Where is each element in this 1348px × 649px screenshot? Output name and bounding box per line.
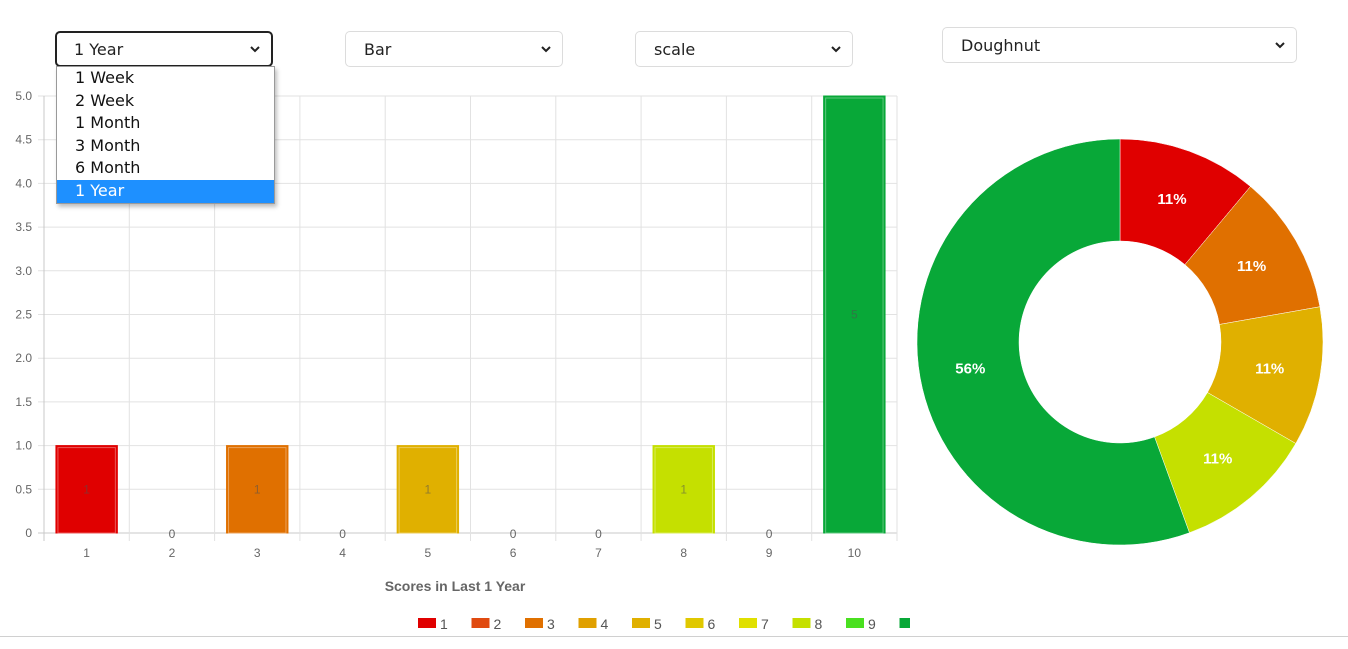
legend-swatch	[418, 618, 436, 628]
legend-item-10[interactable]: 10	[899, 616, 911, 632]
legend-swatch	[632, 618, 650, 628]
y-tick-label: 1.0	[15, 439, 32, 453]
legend-item-2[interactable]: 2	[471, 616, 502, 632]
x-tick-label: 9	[766, 546, 773, 560]
chevron-down-icon	[1275, 42, 1285, 49]
y-tick-label: 0	[25, 526, 32, 540]
x-tick-label: 7	[595, 546, 602, 560]
bar-data-label: 1	[254, 482, 261, 496]
legend-swatch	[846, 618, 864, 628]
y-tick-label: 1.5	[15, 395, 32, 409]
page-divider	[0, 636, 1348, 637]
legend-item-5[interactable]: 5	[632, 616, 662, 632]
doughnut-slice-label: 11%	[1203, 450, 1232, 467]
legend-swatch	[899, 618, 910, 628]
legend-label: 4	[601, 616, 609, 632]
x-tick-label: 1	[83, 546, 90, 560]
legend-label: 3	[547, 616, 555, 632]
legend-label: 8	[815, 616, 823, 632]
y-tick-label: 3.0	[15, 264, 32, 278]
legend-swatch	[578, 618, 597, 628]
legend-item-8[interactable]: 8	[792, 616, 823, 632]
legend-item-9[interactable]: 9	[846, 616, 876, 632]
bar-data-label: 5	[851, 308, 858, 322]
x-axis-title: Scores in Last 1 Year	[385, 578, 526, 594]
legend-item-4[interactable]: 4	[578, 616, 609, 632]
bar-data-label: 0	[339, 527, 346, 541]
legend-item-1[interactable]: 1	[418, 616, 448, 632]
second-chart-select-value: Doughnut	[961, 35, 1041, 55]
y-tick-label: 2.5	[15, 308, 32, 322]
y-tick-label: 3.5	[15, 220, 32, 234]
bar-data-label: 0	[510, 527, 517, 541]
x-tick-label: 3	[254, 546, 261, 560]
doughnut-chart: 11% 11% 11% 11% 56%	[916, 138, 1324, 546]
x-tick-label: 5	[425, 546, 432, 560]
bar-data-label: 0	[169, 527, 176, 541]
legend-label: 5	[654, 616, 662, 632]
bar-data-label: 0	[595, 527, 602, 541]
legend-item-3[interactable]: 3	[525, 616, 555, 632]
bar-data-label: 1	[425, 482, 432, 496]
legend-label: 1	[440, 616, 448, 632]
legend-label: 2	[494, 616, 502, 632]
legend-label: 6	[708, 616, 716, 632]
x-tick-label: 6	[510, 546, 517, 560]
period-option[interactable]: 1 Week	[57, 67, 274, 90]
x-tick-label: 4	[339, 546, 346, 560]
legend-label: 7	[761, 616, 769, 632]
second-chart-select[interactable]: Doughnut	[942, 27, 1297, 63]
legend-item-7[interactable]: 7	[739, 616, 769, 632]
period-option[interactable]: 1 Month	[57, 112, 274, 135]
period-dropdown-list: 1 Week 2 Week 1 Month 3 Month 6 Month 1 Year	[56, 66, 275, 204]
legend-swatch	[739, 618, 757, 628]
legend-swatch	[471, 618, 490, 628]
period-option[interactable]: 6 Month	[57, 157, 274, 180]
legend-swatch	[525, 618, 543, 628]
legend-swatch	[792, 618, 811, 628]
x-tick-label: 10	[848, 546, 862, 560]
y-tick-label: 4.5	[15, 133, 32, 147]
period-option[interactable]: 2 Week	[57, 90, 274, 113]
doughnut-slice-label: 56%	[955, 360, 985, 377]
period-option[interactable]: 3 Month	[57, 135, 274, 158]
y-tick-label: 5.0	[15, 89, 32, 103]
x-tick-label: 2	[169, 546, 176, 560]
legend-label: 9	[868, 616, 876, 632]
legend-item-6[interactable]: 6	[685, 616, 716, 632]
x-tick-label: 8	[680, 546, 687, 560]
doughnut-slice-label: 11%	[1255, 360, 1284, 377]
y-tick-label: 0.5	[15, 482, 32, 496]
y-tick-label: 4.0	[15, 176, 32, 190]
doughnut-slice-label: 11%	[1157, 191, 1186, 208]
doughnut-slice-label: 11%	[1237, 258, 1266, 275]
bar-data-label: 1	[680, 482, 687, 496]
period-option[interactable]: 1 Year	[57, 179, 274, 203]
bar-data-label: 1	[83, 482, 90, 496]
y-tick-label: 2.0	[15, 351, 32, 365]
legend-swatch	[685, 618, 704, 628]
bar-data-label: 0	[766, 527, 773, 541]
